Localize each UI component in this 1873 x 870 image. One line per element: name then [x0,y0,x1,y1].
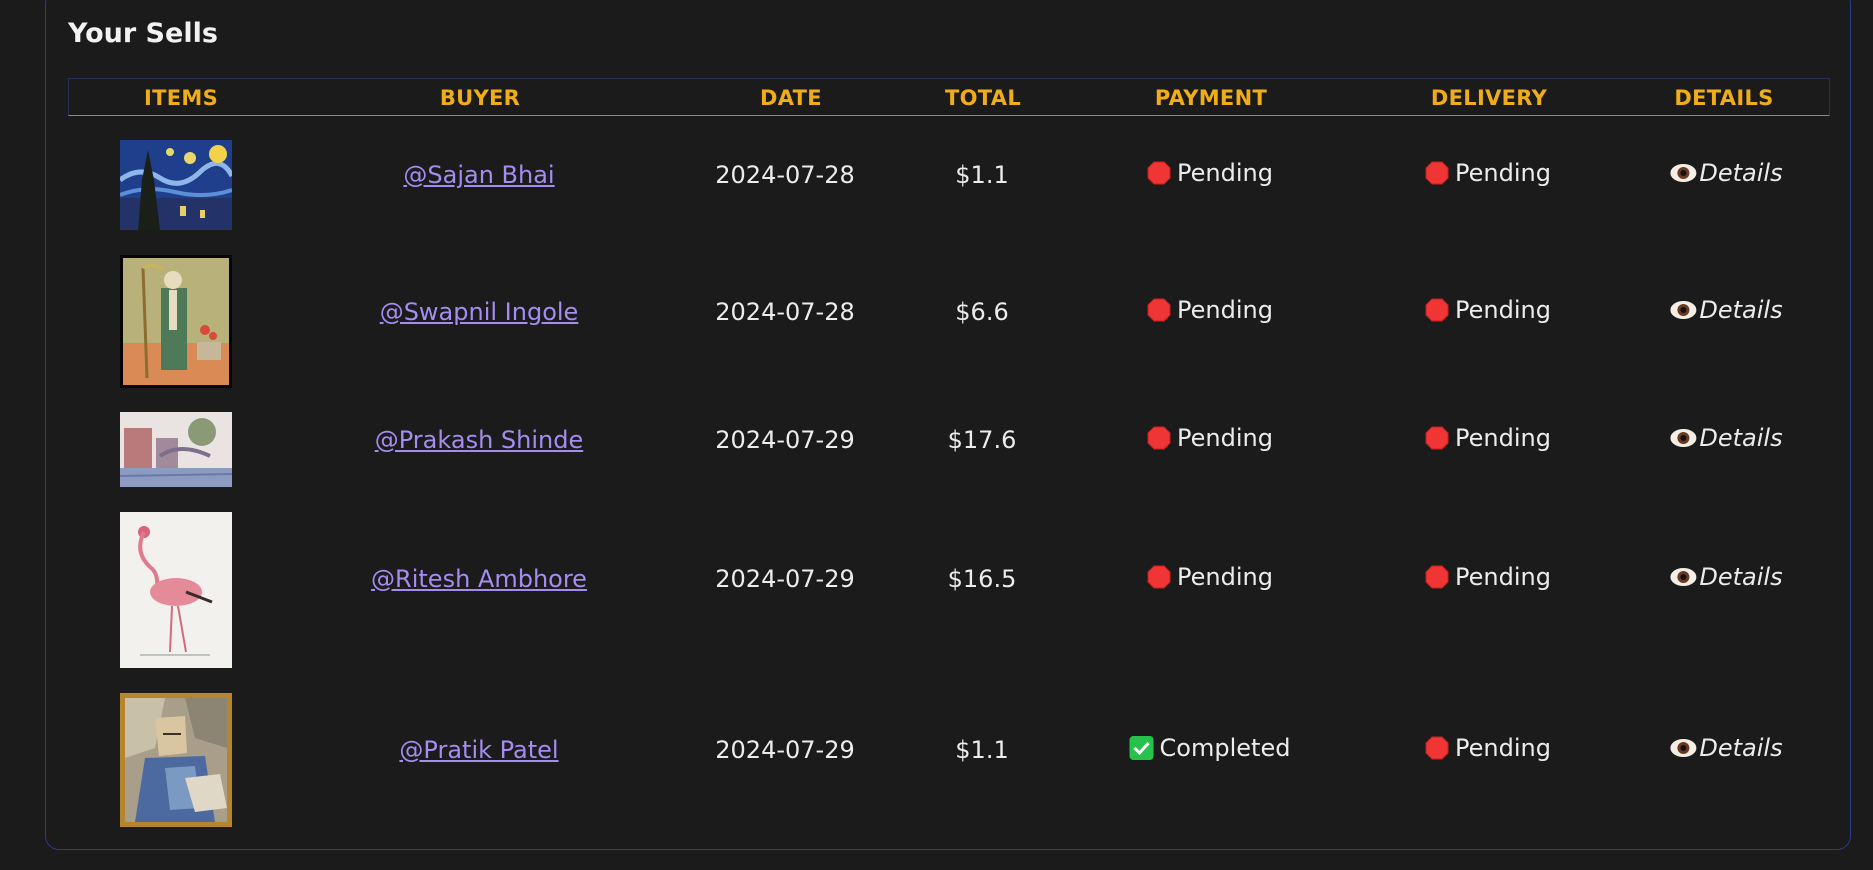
buyer-link[interactable]: @Prakash Shinde [375,426,583,454]
payment-status: Completed [1129,734,1290,766]
stop-sign-icon [1425,298,1449,322]
details-link[interactable]: Details [1669,563,1783,595]
stop-sign-icon [1147,565,1171,589]
stop-sign-icon [1425,161,1449,185]
header-details: DETAILS [1674,86,1774,110]
delivery-status: Pending [1425,734,1551,766]
header-buyer: BUYER [439,86,521,110]
header-date: DATE [760,86,822,110]
order-date: 2024-07-28 [715,161,855,189]
stop-sign-icon [1147,298,1171,322]
flamingo-painting [120,512,232,668]
header-total: TOTAL [944,86,1022,110]
item-thumbnail[interactable] [120,412,232,487]
header-delivery: DELIVERY [1430,86,1548,110]
details-link[interactable]: Details [1669,424,1783,456]
order-total: $1.1 [955,161,1009,189]
stop-sign-icon [1147,161,1171,185]
payment-status: Pending [1147,563,1273,595]
starry-night-painting [120,140,232,230]
item-thumbnail[interactable] [120,255,232,388]
details-link[interactable]: Details [1669,159,1783,191]
order-total: $6.6 [955,298,1009,326]
table-row: @Prakash Shinde 2024-07-29 $17.6 Pending… [68,412,1830,487]
delivery-status: Pending [1425,563,1551,595]
item-thumbnail[interactable] [120,693,232,827]
payment-status: Pending [1147,159,1273,191]
header-payment: PAYMENT [1154,86,1268,110]
eye-icon [1670,164,1697,182]
stop-sign-icon [1425,736,1449,760]
details-link[interactable]: Details [1669,734,1783,766]
stop-sign-icon [1147,426,1171,450]
buyer-link[interactable]: @Swapnil Ingole [380,298,579,326]
stop-sign-icon [1425,565,1449,589]
delivery-status: Pending [1425,424,1551,456]
buyer-link[interactable]: @Sajan Bhai [403,161,554,189]
check-mark-icon [1129,736,1154,760]
table-row: @Pratik Patel 2024-07-29 $1.1 Completed … [68,693,1830,827]
delivery-status: Pending [1425,296,1551,328]
order-total: $17.6 [947,426,1017,454]
delivery-status: Pending [1425,159,1551,191]
buyer-link[interactable]: @Pratik Patel [399,736,558,764]
header-items: ITEMS [143,86,219,110]
section-title: Your Sells [68,18,218,49]
stop-sign-icon [1425,426,1449,450]
order-date: 2024-07-29 [715,565,855,593]
buyer-link[interactable]: @Ritesh Ambhore [371,565,587,593]
order-total: $1.1 [955,736,1009,764]
skeleton-portrait-painting [123,258,229,385]
item-thumbnail[interactable] [120,140,232,230]
eye-icon [1670,429,1697,447]
order-date: 2024-07-29 [715,426,855,454]
eye-icon [1670,739,1697,757]
item-thumbnail[interactable] [120,512,232,668]
eye-icon [1670,301,1697,319]
order-total: $16.5 [947,565,1017,593]
bridge-watercolor-painting [120,412,232,487]
payment-status: Pending [1147,296,1273,328]
table-row: @Sajan Bhai 2024-07-28 $1.1 Pending Pend… [68,130,1830,230]
eye-icon [1670,568,1697,586]
cubist-portrait-painting [125,698,227,822]
payment-status: Pending [1147,424,1273,456]
table-header: ITEMS BUYER DATE TOTAL PAYMENT DELIVERY … [68,78,1830,116]
table-row: @Swapnil Ingole 2024-07-28 $6.6 Pending … [68,255,1830,390]
order-date: 2024-07-28 [715,298,855,326]
details-link[interactable]: Details [1669,296,1783,328]
order-date: 2024-07-29 [715,736,855,764]
table-row: @Ritesh Ambhore 2024-07-29 $16.5 Pending… [68,512,1830,668]
